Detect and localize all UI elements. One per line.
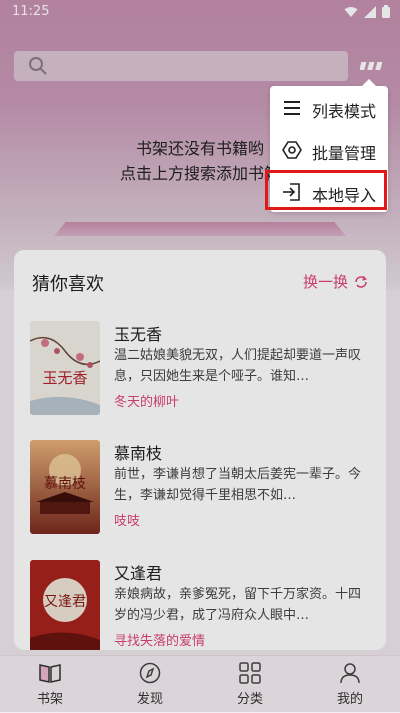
compass-icon	[139, 662, 161, 684]
signal-icon	[364, 5, 376, 18]
tab-bookshelf[interactable]: 书架	[20, 662, 80, 707]
book-description: 温二姑娘美貌无双，人们提起却要道一声叹息，只因她生来是个哑子。谁知…	[114, 348, 362, 384]
status-icons	[344, 5, 390, 18]
tab-label: 书架	[36, 692, 63, 707]
tab-category[interactable]: 分类	[220, 662, 280, 707]
cover-title: 慕南枝	[44, 476, 86, 492]
tab-label: 发现	[136, 692, 163, 707]
book-icon	[39, 664, 61, 683]
book-cover: 玉无香	[30, 321, 100, 415]
search-input[interactable]	[14, 51, 348, 81]
list-icon	[284, 101, 300, 115]
refresh-label: 换一换	[302, 273, 348, 291]
book-author: 寻找失落的爱情	[114, 634, 206, 649]
menu-item-label: 批量管理	[312, 144, 377, 163]
book-description: 前世，李谦肖想了当朝太后姜宪一辈子。今生，李谦却觉得千里相思不如…	[114, 467, 362, 503]
menu-item-batch-manage[interactable]: 批量管理	[270, 130, 388, 170]
hexagon-settings-icon	[282, 141, 302, 159]
tab-discover[interactable]: 发现	[120, 662, 180, 707]
book-title: 慕南枝	[114, 444, 163, 463]
book-cover: 又逢君	[30, 560, 100, 650]
user-icon	[340, 663, 360, 684]
grid-icon	[239, 662, 261, 684]
book-title: 又逢君	[114, 564, 163, 583]
book-item[interactable]: 慕南枝 慕南枝 前世，李谦肖想了当朝太后姜宪一辈子。今生，李谦却觉得千里相思不如…	[30, 440, 370, 536]
recommend-title: 猜你喜欢	[32, 274, 104, 295]
book-description: 亲娘病故，亲爹冤死，留下千万家资。十四岁的冯少君，成了冯府众人眼中…	[114, 587, 362, 623]
tab-mine[interactable]: 我的	[320, 662, 380, 707]
cover-title: 玉无香	[42, 369, 87, 387]
cover-title: 又逢君	[44, 594, 86, 610]
status-bar: 11:25	[0, 0, 400, 24]
refresh-icon	[355, 275, 367, 288]
highlight-box	[265, 170, 387, 210]
book-item[interactable]: 玉无香 玉无香 温二姑娘美貌无双，人们提起却要道一声叹息，只因她生来是个哑子。谁…	[30, 321, 370, 417]
menu-item-label: 列表模式	[312, 102, 377, 121]
more-menu-icon[interactable]	[360, 56, 388, 76]
book-title: 玉无香	[114, 325, 163, 344]
book-item[interactable]: 又逢君 又逢君 亲娘病故，亲爹冤死，留下千万家资。十四岁的冯少君，成了冯府众人眼…	[30, 560, 370, 650]
refresh-button[interactable]: 换一换	[303, 271, 368, 292]
recommend-card: 猜你喜欢 换一换 玉无香 玉无香 温二姑娘美貌无双，人们提起却要道一声叹息，只因…	[14, 250, 386, 650]
shelf-graphic	[54, 222, 346, 236]
book-author: 吱吱	[114, 514, 141, 529]
search-icon	[29, 57, 47, 75]
book-author: 冬天的柳叶	[114, 395, 180, 410]
menu-item-list-mode[interactable]: 列表模式	[270, 88, 388, 128]
book-cover: 慕南枝	[30, 440, 100, 534]
wifi-icon	[344, 6, 358, 17]
tab-label: 分类	[236, 692, 263, 707]
battery-icon	[382, 5, 390, 18]
status-time: 11:25	[12, 4, 50, 19]
tab-label: 我的	[336, 692, 363, 707]
bottom-tab-bar: 书架 发现 分类 我的	[0, 655, 400, 713]
